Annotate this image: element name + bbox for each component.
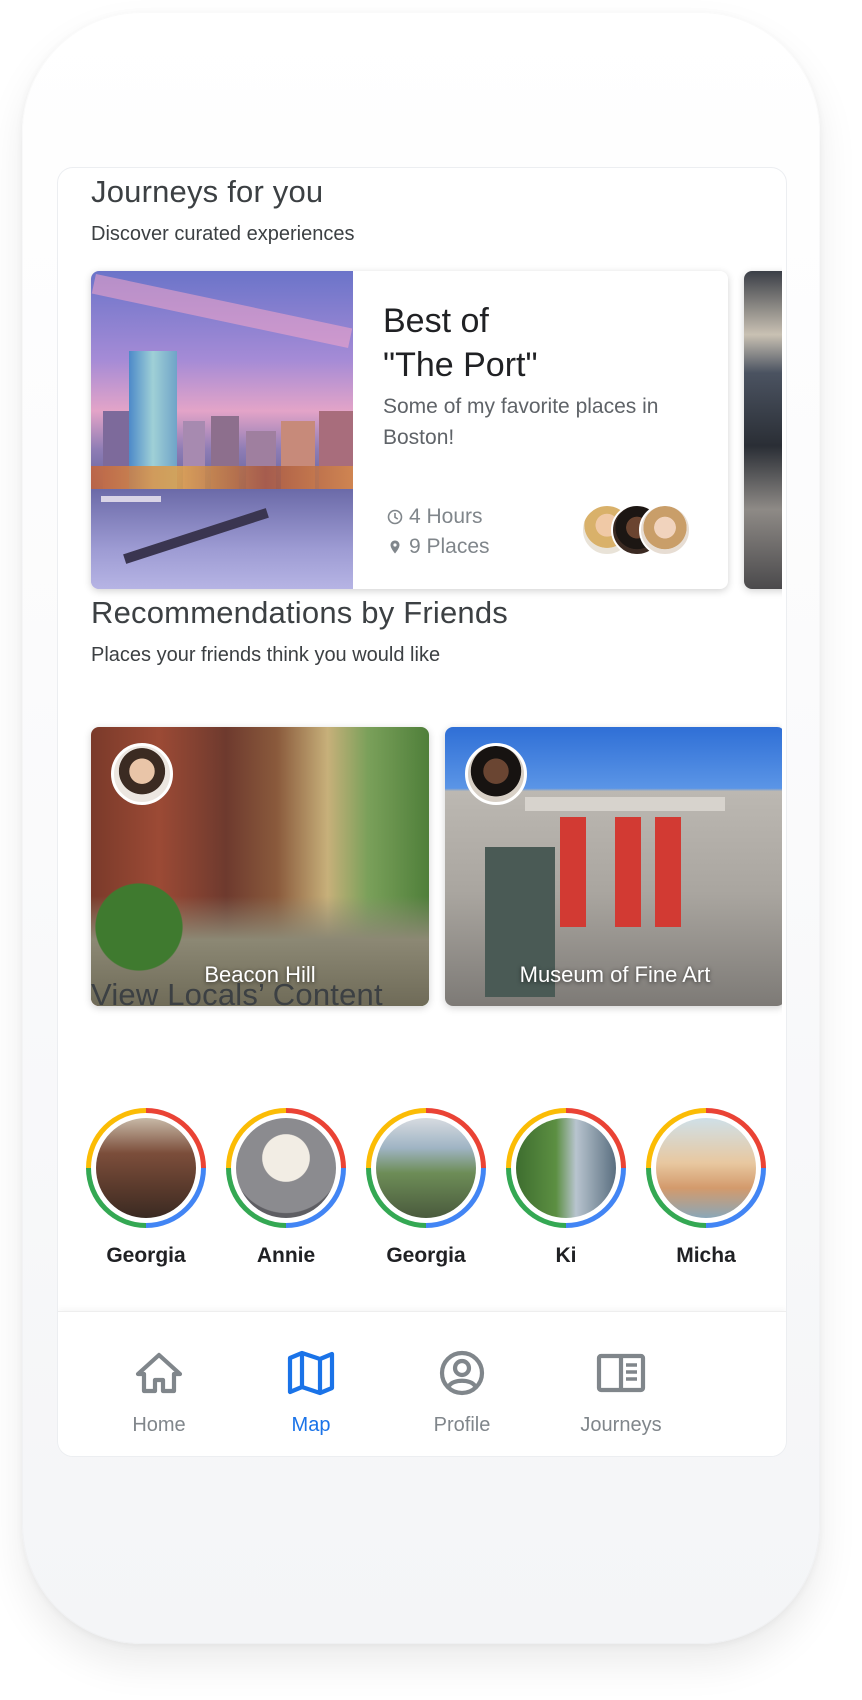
journey-image <box>91 271 353 589</box>
friend-avatar <box>465 743 527 805</box>
local-photo <box>516 1118 616 1218</box>
scroll-content[interactable]: Journeys for you Discover curated experi… <box>58 168 782 1308</box>
bottom-navigation: Home Map Profile Journeys <box>58 1311 786 1456</box>
journey-duration: 4 Hours <box>387 505 483 529</box>
app-screen: Journeys for you Discover curated experi… <box>57 167 787 1457</box>
journey-card-next[interactable] <box>744 271 782 589</box>
local-story[interactable]: Georgia <box>364 1108 488 1268</box>
recommendation-card[interactable]: Museum of Fine Art <box>445 727 782 1006</box>
journey-description: Some of my favorite places in Boston! <box>383 395 659 449</box>
local-photo <box>236 1118 336 1218</box>
location-pin-icon <box>390 540 400 554</box>
friend-avatar <box>111 743 173 805</box>
nav-map[interactable]: Map <box>246 1346 376 1437</box>
local-photo <box>96 1118 196 1218</box>
journey-card[interactable]: Best of "The Port" Some of my favorite p… <box>91 271 728 589</box>
nav-profile-label: Profile <box>433 1414 491 1436</box>
avatar <box>639 504 691 556</box>
nav-journeys[interactable]: Journeys <box>556 1346 686 1437</box>
local-photo <box>656 1118 756 1218</box>
recommendation-card[interactable]: Beacon Hill <box>91 727 429 1006</box>
profile-icon <box>439 1350 485 1396</box>
places-text: 9 Places <box>409 535 490 558</box>
journeys-icon <box>596 1353 646 1393</box>
recommendations-subtitle: Places your friends think you would like <box>91 644 441 666</box>
map-icon <box>287 1350 335 1396</box>
nav-home[interactable]: Home <box>94 1346 224 1437</box>
local-name: Georgia <box>386 1244 466 1267</box>
clock-icon <box>387 509 403 525</box>
local-story[interactable]: Annie <box>224 1108 348 1268</box>
local-name: Ki <box>555 1244 577 1267</box>
journey-contributors <box>581 504 691 558</box>
nav-journeys-label: Journeys <box>580 1414 662 1436</box>
recommendations-title: Recommendations by Friends <box>91 595 508 630</box>
nav-map-label: Map <box>291 1414 331 1436</box>
local-story[interactable]: Georgia <box>84 1108 208 1268</box>
recommendation-label: Museum of Fine Art <box>519 962 711 987</box>
nav-home-label: Home <box>132 1414 186 1436</box>
journey-places: 9 Places <box>387 535 490 559</box>
local-story[interactable]: Ki <box>504 1108 628 1268</box>
nav-profile[interactable]: Profile <box>397 1346 527 1437</box>
local-photo <box>376 1118 476 1218</box>
local-name: Micha <box>676 1244 736 1267</box>
locals-title: View Locals’ Content <box>91 977 383 1012</box>
local-name: Annie <box>256 1244 316 1267</box>
journeys-title: Journeys for you <box>91 174 324 209</box>
journeys-subtitle: Discover curated experiences <box>91 223 355 245</box>
local-name: Georgia <box>106 1244 186 1267</box>
duration-text: 4 Hours <box>409 505 483 528</box>
journey-title: Best of "The Port" <box>383 302 538 384</box>
home-icon <box>135 1352 183 1394</box>
local-story[interactable]: Micha <box>644 1108 768 1268</box>
